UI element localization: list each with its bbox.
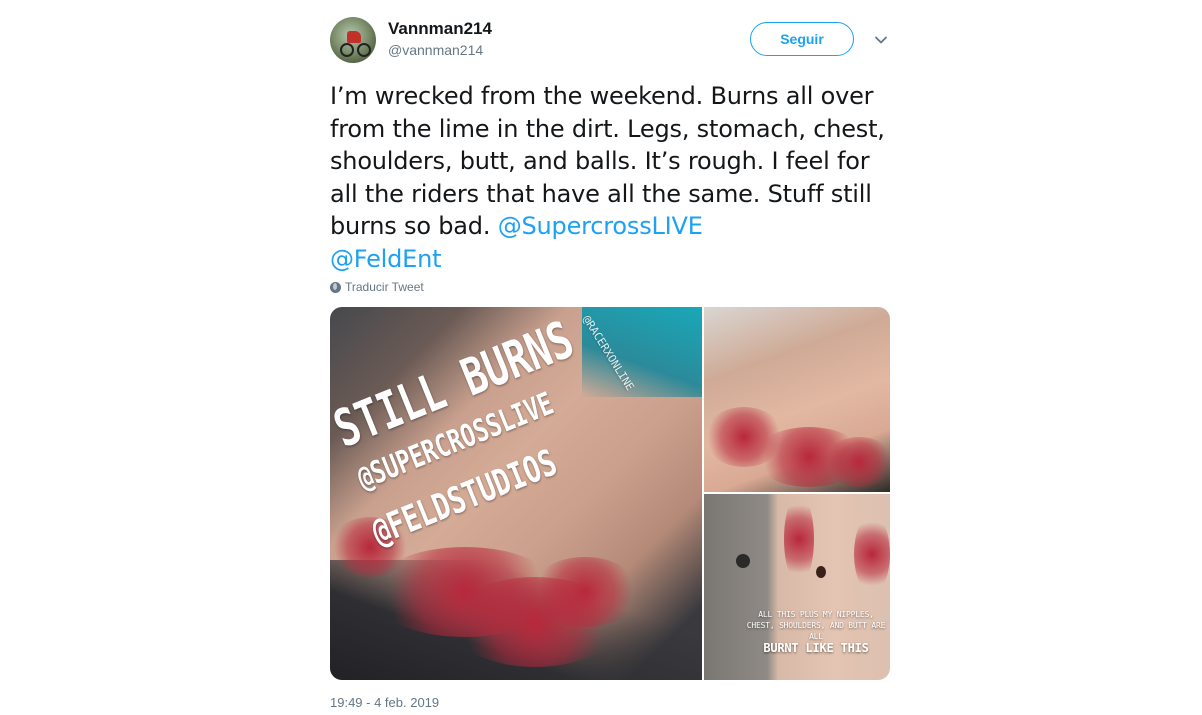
chevron-down-icon[interactable]: [872, 31, 890, 49]
tweet-card: Vannman214 @vannman214 Seguir I’m wrecke…: [290, 0, 914, 715]
avatar-wheel-back: [357, 43, 371, 57]
author-handle[interactable]: @vannman214: [388, 42, 483, 58]
burn-mark: [530, 557, 640, 627]
navel: [816, 566, 826, 578]
avatar-rider-shape: [347, 31, 361, 43]
jeans-button: [736, 554, 750, 568]
translate-tweet-link[interactable]: Traducir Tweet: [330, 280, 424, 294]
media-grid: @RACERXONLINE STILL BURNS @SUPERCROSSLIV…: [330, 307, 890, 680]
burn-mark: [784, 494, 814, 584]
photo-caption: ALL THIS PLUS MY NIPPLES, CHEST, SHOULDE…: [744, 609, 888, 654]
author-name[interactable]: Vannman214: [388, 19, 492, 39]
follow-button[interactable]: Seguir: [750, 22, 854, 56]
tweet-timestamp[interactable]: 19:49 - 4 feb. 2019: [330, 695, 439, 710]
photo-leg-burns[interactable]: @RACERXONLINE STILL BURNS @SUPERCROSSLIV…: [330, 307, 702, 680]
author-avatar[interactable]: [330, 17, 376, 63]
translate-label: Traducir Tweet: [345, 280, 424, 294]
photo-stomach-burns[interactable]: ALL THIS PLUS MY NIPPLES, CHEST, SHOULDE…: [704, 494, 890, 680]
tweet-text: I’m wrecked from the weekend. Burns all …: [330, 80, 902, 275]
photo-knee-burns[interactable]: [704, 307, 890, 492]
photo-caption-text: ALL THIS PLUS MY NIPPLES, CHEST, SHOULDE…: [746, 610, 886, 641]
mention-link-feldent[interactable]: @FeldEnt: [330, 245, 442, 273]
avatar-wheel-front: [340, 43, 354, 57]
photo-caption-big: BURNT LIKE THIS: [763, 641, 869, 655]
mention-link-supercrosslive[interactable]: @SupercrossLIVE: [498, 212, 703, 240]
burn-mark: [824, 437, 890, 487]
burn-mark: [854, 514, 890, 594]
globe-icon: [330, 281, 341, 293]
